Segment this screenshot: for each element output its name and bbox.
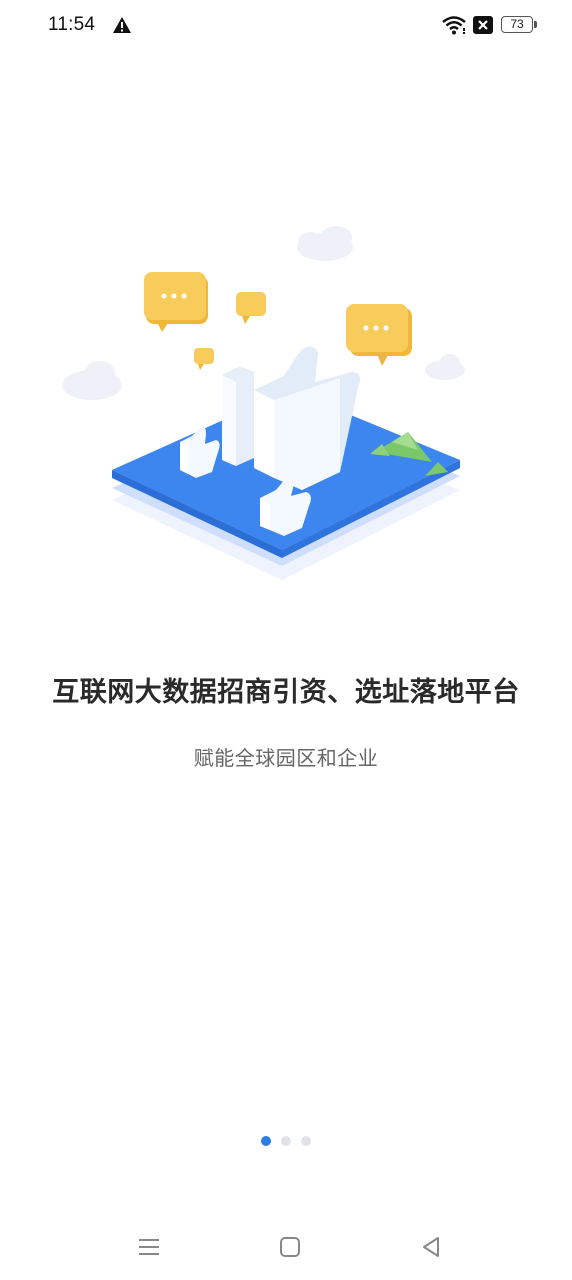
- battery-icon: 73: [501, 16, 533, 33]
- status-time: 11:54: [48, 14, 96, 35]
- warning-icon: [113, 17, 131, 33]
- menu-icon[interactable]: [134, 1232, 164, 1262]
- cloud-icon: [425, 354, 465, 380]
- back-icon[interactable]: [416, 1232, 446, 1262]
- page-dot-active[interactable]: [261, 1136, 271, 1146]
- chat-bubble-icon: [236, 292, 266, 324]
- onboarding-illustration: [62, 226, 465, 580]
- wifi-icon: [442, 16, 466, 35]
- onboarding-title: 互联网大数据招商引资、选址落地平台: [52, 677, 520, 708]
- onboarding-subtitle: 赋能全球园区和企业: [193, 746, 379, 770]
- chat-bubble-icon: [346, 304, 412, 366]
- battery-tip: [534, 21, 537, 28]
- page-dot[interactable]: [281, 1136, 291, 1146]
- cloud-icon: [62, 361, 122, 400]
- page-indicator: [0, 1136, 572, 1146]
- chat-bubble-icon: [194, 348, 214, 370]
- cloud-icon: [297, 226, 353, 261]
- chat-bubble-icon: [144, 272, 208, 332]
- home-icon[interactable]: [275, 1232, 305, 1262]
- system-nav-bar: [0, 1212, 572, 1280]
- status-bar: 11:54 73: [0, 0, 572, 52]
- page-dot[interactable]: [301, 1136, 311, 1146]
- sim-off-icon: [473, 16, 493, 34]
- battery-level: 73: [510, 17, 524, 31]
